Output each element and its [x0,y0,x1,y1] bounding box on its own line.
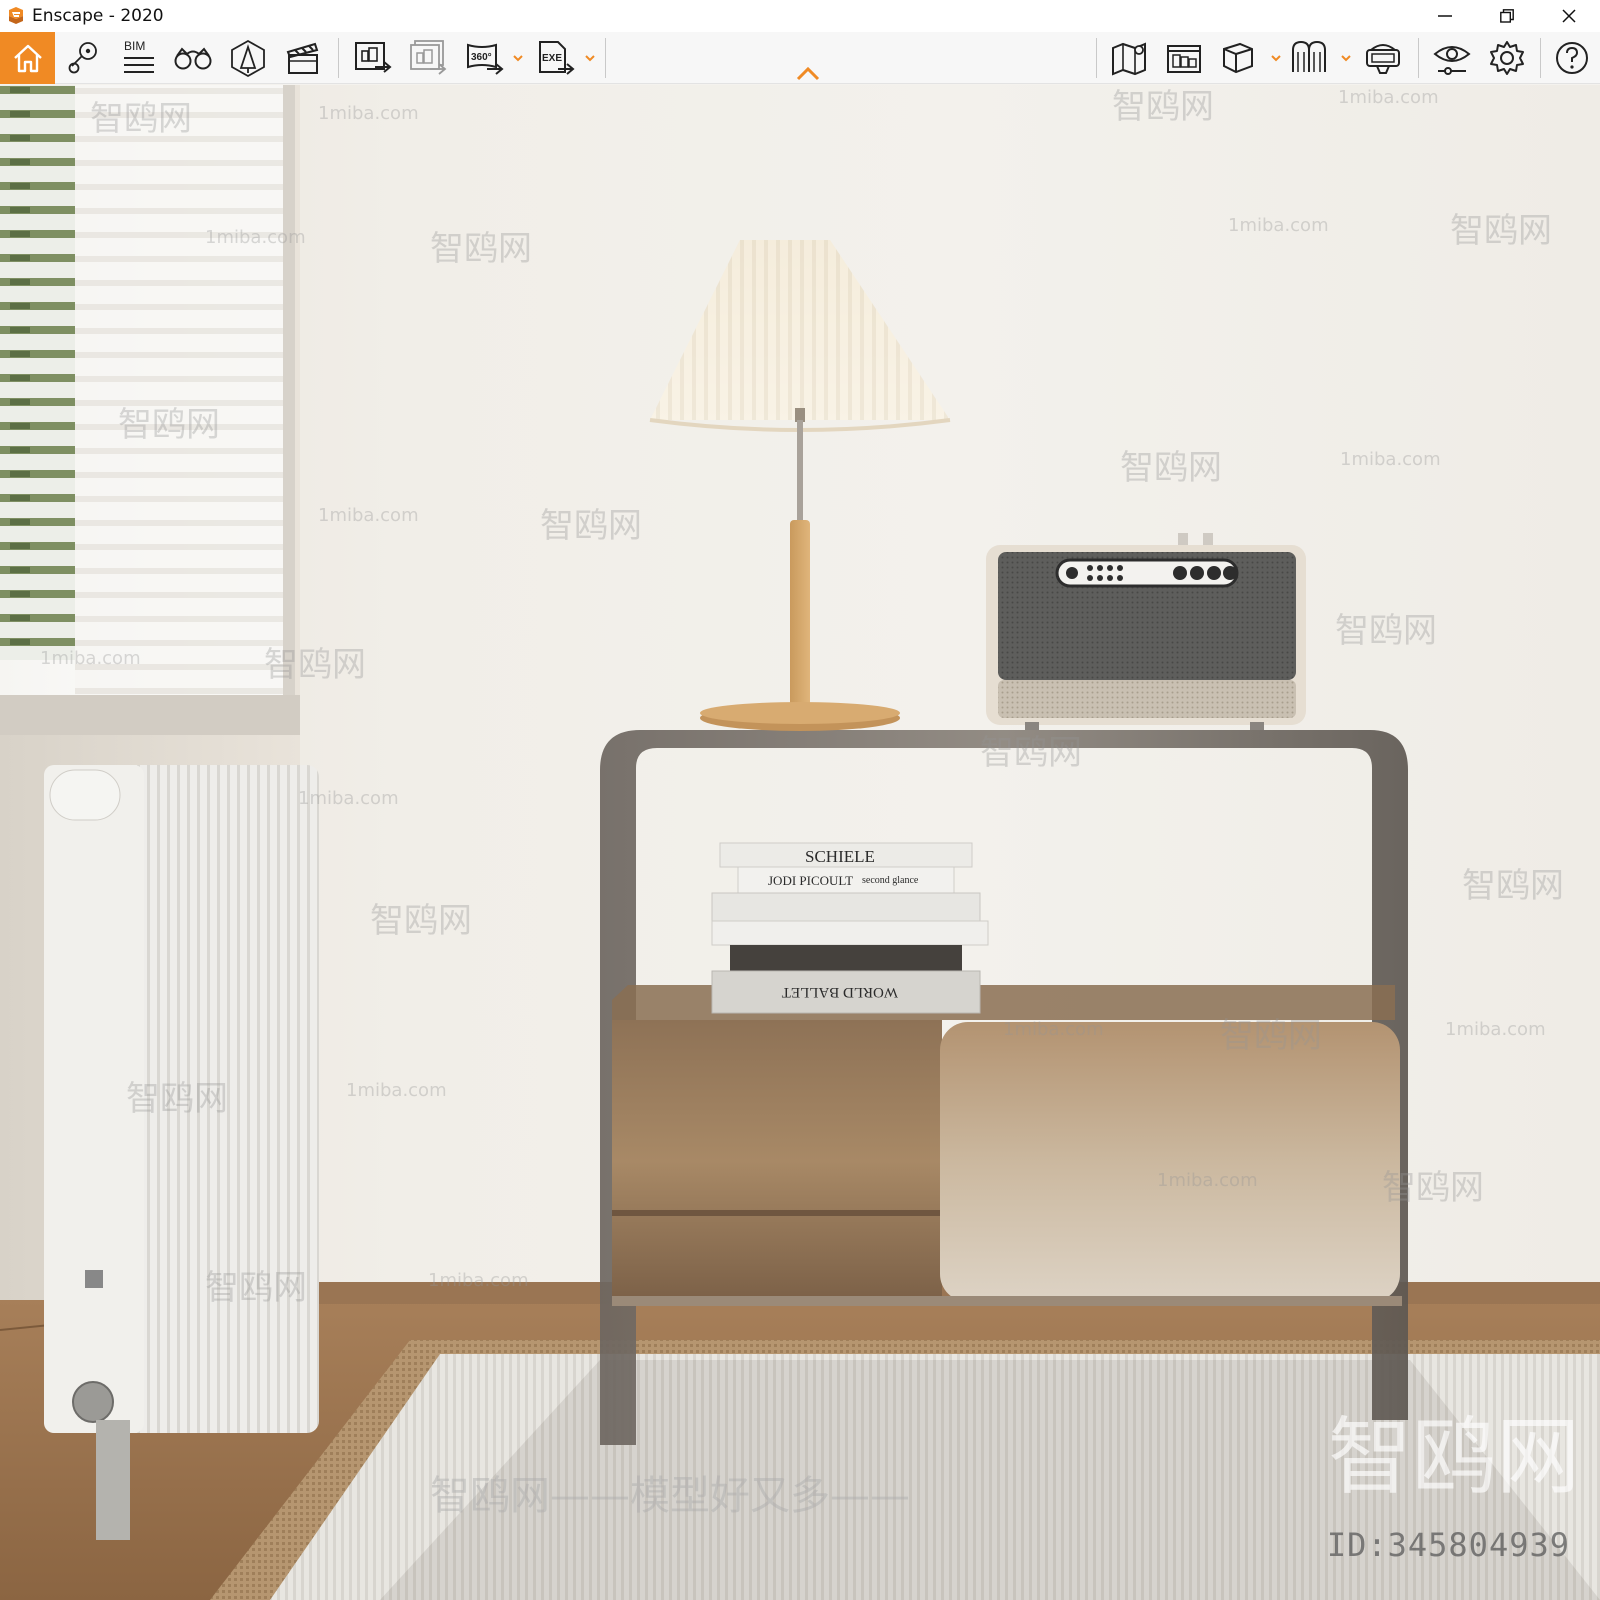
book-title-world-ballet: WORLD BALLET [782,984,898,1000]
cube-icon [1223,42,1253,74]
map-icon [1112,42,1146,76]
visual-settings-button[interactable] [1426,32,1478,84]
collapse-toolbar-chevron-up-icon[interactable] [796,66,820,82]
toolbar-separator [1096,38,1097,78]
help-icon [1556,42,1588,74]
exe-export-button[interactable]: EXE [532,32,580,84]
batch-render-button[interactable] [403,32,453,84]
export-dropdown-chevron-down-icon[interactable] [584,52,596,64]
settings-button[interactable] [1482,32,1532,84]
book-title-schiele: SCHIELE [805,847,875,866]
enscape-logo-icon [9,7,23,24]
retro-radio [986,533,1306,730]
book-stack: SCHIELE JODI PICOULT second glance WORLD… [711,842,989,1014]
image-id-label: ID:345804939 [1326,1526,1570,1564]
video-editor-button[interactable] [278,32,328,84]
rendered-scene: SCHIELE JODI PICOULT second glance WORLD… [0,85,1600,1600]
view-management-button[interactable] [1159,32,1209,84]
toolbar-separator [1418,38,1419,78]
toolbar-separator [1540,38,1541,78]
exe-label: EXE [542,53,562,64]
binoculars-button[interactable] [168,32,218,84]
exe-export-icon: EXE [539,41,575,75]
panorama-dropdown-chevron-down-icon[interactable] [512,52,524,64]
book-author-picoult: JODI PICOULT [768,873,853,888]
cube-view-button[interactable] [1214,32,1262,84]
view-management-icon [1167,45,1201,73]
close-button[interactable] [1538,0,1600,32]
vr-headset-button[interactable] [1358,32,1408,84]
bim-list-icon: BIM [124,39,154,73]
panorama-360-icon: 360° [467,43,504,75]
map-button[interactable] [1104,32,1154,84]
eye-settings-icon [1433,46,1471,75]
title-bar: Enscape - 2020 [0,0,1600,32]
bim-label: BIM [124,39,145,53]
map-pin-views-icon [68,42,97,74]
collaboration-icon [1292,40,1326,72]
minimize-icon [1438,15,1452,17]
close-icon [1562,9,1576,23]
help-button[interactable] [1548,32,1596,84]
radiator [44,765,319,1540]
binoculars-icon [174,47,212,70]
home-button[interactable] [0,32,55,84]
home-icon [13,44,42,73]
book-title-second-glance: second glance [862,875,919,886]
render-viewport[interactable]: SCHIELE JODI PICOULT second glance WORLD… [0,85,1600,1600]
cube-dropdown-chevron-down-icon[interactable] [1270,52,1282,64]
batch-render-icon [410,40,447,75]
toolbar-separator [338,38,339,78]
bim-button[interactable]: BIM [113,32,163,84]
clapperboard-icon [286,42,319,74]
window-controls [1414,0,1600,32]
vr-headset-icon [1366,44,1400,74]
render-screenshot-button[interactable] [348,32,398,84]
collaboration-button[interactable] [1285,32,1333,84]
gear-icon [1490,41,1524,75]
asset-library-button[interactable] [223,32,273,84]
panorama-label: 360° [471,52,492,63]
toolbar-separator [605,38,606,78]
collaboration-dropdown-chevron-down-icon[interactable] [1340,52,1352,64]
asset-library-icon [231,39,265,78]
restore-icon [1500,9,1514,23]
views-button[interactable] [60,32,108,84]
restore-button[interactable] [1476,0,1538,32]
minimize-button[interactable] [1414,0,1476,32]
render-screenshot-icon [355,42,392,73]
window-title: Enscape - 2020 [32,6,164,26]
panorama-button[interactable]: 360° [460,32,510,84]
